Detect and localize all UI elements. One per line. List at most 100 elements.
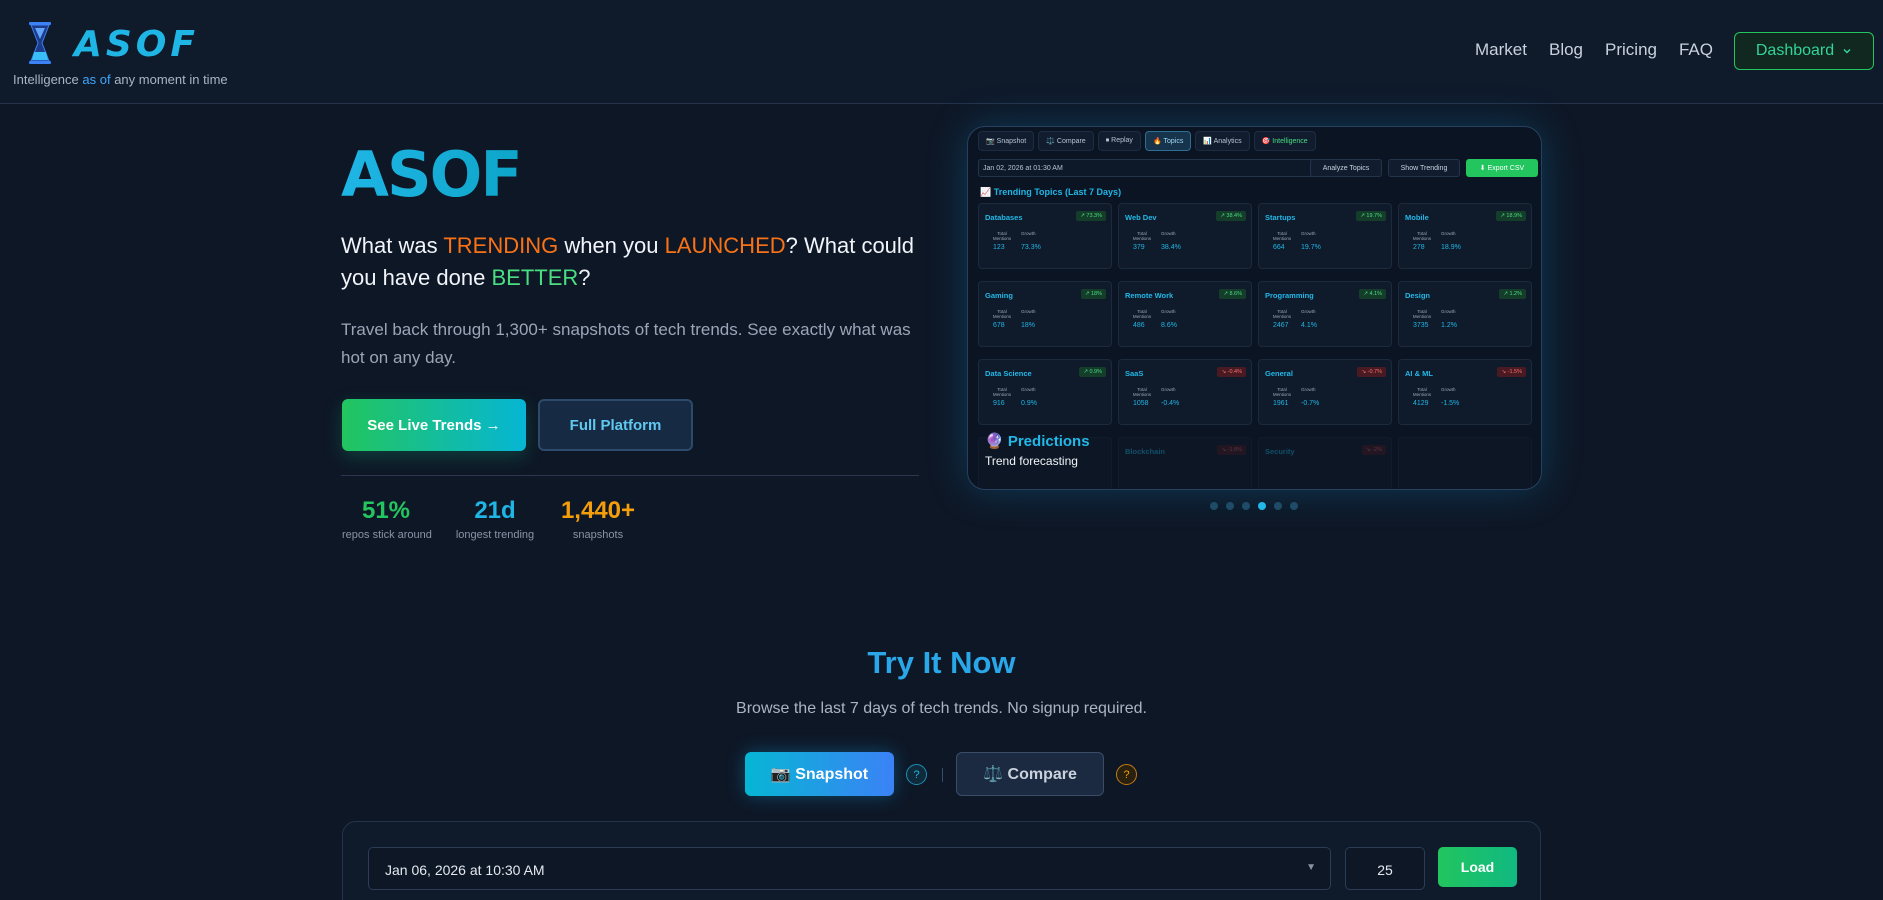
date-value: Jan 06, 2026 at 10:30 AM bbox=[385, 862, 545, 878]
preview-tab: 📷 Snapshot bbox=[978, 131, 1035, 151]
mentions-value: 486 bbox=[1133, 322, 1145, 329]
growth-value: 38.4% bbox=[1161, 244, 1181, 251]
preview-tab: 📊 Analytics bbox=[1195, 131, 1250, 151]
topic-name: Startups bbox=[1265, 213, 1296, 222]
growth-badge: ↗ 38.4% bbox=[1216, 211, 1246, 221]
topic-card: Databases ↗ 73.3% Total Mentions Growth 123 7… bbox=[978, 203, 1112, 269]
see-live-trends-button[interactable]: See Live Trends → bbox=[342, 399, 526, 451]
mentions-label: Total Mentions bbox=[1412, 387, 1432, 397]
mentions-value: 664 bbox=[1273, 244, 1285, 251]
topic-name: Security bbox=[1265, 447, 1295, 456]
preview-tab: ⚖️ Compare bbox=[1038, 131, 1094, 151]
growth-value: 19.7% bbox=[1301, 244, 1321, 251]
full-platform-button[interactable]: Full Platform bbox=[538, 399, 693, 451]
topic-card: Data Science ↗ 0.9% Total Mentions Growth 91… bbox=[978, 359, 1112, 425]
preview-trending-button: Show Trending bbox=[1388, 159, 1460, 177]
try-title: Try It Now bbox=[867, 645, 1016, 680]
preview-tab: 🎯 Intelligence bbox=[1253, 131, 1316, 151]
nav-link-blog[interactable]: Blog bbox=[1549, 40, 1583, 60]
nav-link-faq[interactable]: FAQ bbox=[1679, 40, 1713, 60]
growth-badge: ↗ 8.6% bbox=[1219, 289, 1246, 299]
topic-card: Startups ↗ 19.7% Total Mentions Growth 664 19… bbox=[1258, 203, 1392, 269]
carousel-dot[interactable] bbox=[1274, 502, 1282, 510]
growth-value: 73.3% bbox=[1021, 244, 1041, 251]
hero-subtitle: Travel back through 1,300+ snapshots of … bbox=[341, 320, 911, 367]
topic-name: Design bbox=[1405, 291, 1431, 300]
date-select[interactable]: Jan 06, 2026 at 10:30 AM ▼ bbox=[368, 847, 1331, 890]
growth-label: Growth bbox=[1021, 231, 1036, 236]
preview-caption: 🔮 Predictions Trend forecasting bbox=[985, 432, 1115, 480]
carousel-dot[interactable] bbox=[1210, 502, 1218, 510]
mentions-value: 3735 bbox=[1413, 322, 1429, 329]
preview-date-select: Jan 02, 2026 at 01:30 AM bbox=[978, 159, 1316, 177]
compare-help-icon[interactable]: ? bbox=[1116, 764, 1137, 785]
chevron-down-icon bbox=[1843, 48, 1851, 54]
topic-name: Databases bbox=[985, 213, 1023, 222]
carousel-dots bbox=[1210, 502, 1298, 510]
preview-tab: 🔥 Topics bbox=[1144, 131, 1192, 151]
growth-badge: ↘ -1.5% bbox=[1497, 367, 1526, 377]
mentions-label: Total Mentions bbox=[1272, 387, 1292, 397]
dashboard-label: Dashboard bbox=[1755, 42, 1835, 59]
mentions-label: Total Mentions bbox=[1412, 309, 1432, 319]
compare-mode-button[interactable]: ⚖️ Compare bbox=[956, 752, 1104, 796]
load-button[interactable]: Load bbox=[1438, 847, 1517, 887]
mentions-label: Total Mentions bbox=[1272, 309, 1292, 319]
carousel-dot[interactable] bbox=[1242, 502, 1250, 510]
preview-tab: ⏹ Replay bbox=[1097, 131, 1141, 151]
caret-down-icon: ▼ bbox=[1306, 862, 1316, 873]
mentions-label: Total Mentions bbox=[1132, 309, 1152, 319]
growth-label: Growth bbox=[1441, 309, 1456, 314]
growth-value: 0.9% bbox=[1021, 400, 1037, 407]
count-input[interactable]: 25 bbox=[1345, 847, 1425, 890]
caption-title: 🔮 Predictions bbox=[985, 433, 1090, 450]
stat-label: snapshots bbox=[572, 529, 624, 541]
growth-label: Growth bbox=[1161, 387, 1176, 392]
dashboard-button[interactable]: Dashboard bbox=[1734, 32, 1874, 70]
growth-badge: ↘ -1.8% bbox=[1217, 445, 1246, 455]
topic-card: General ↘ -0.7% Total Mentions Growth 1961 -0… bbox=[1258, 359, 1392, 425]
growth-badge: ↗ 73.3% bbox=[1076, 211, 1106, 221]
mentions-value: 916 bbox=[993, 400, 1005, 407]
nav-link-market[interactable]: Market bbox=[1475, 40, 1527, 60]
growth-value: -1.5% bbox=[1441, 400, 1460, 407]
growth-badge: ↗ 0.9% bbox=[1079, 367, 1106, 377]
navbar: ASOF Intelligence as of any moment in ti… bbox=[0, 0, 1883, 104]
growth-value: 1.2% bbox=[1441, 322, 1457, 329]
mentions-value: 1058 bbox=[1133, 400, 1149, 407]
growth-label: Growth bbox=[1161, 309, 1176, 314]
snapshot-mode-button[interactable]: 📷 Snapshot bbox=[745, 752, 894, 796]
carousel-dot[interactable] bbox=[1258, 502, 1266, 510]
mentions-value: 123 bbox=[993, 244, 1005, 251]
topic-name: AI & ML bbox=[1405, 369, 1433, 378]
preview-export-button: ⬇ Export CSV bbox=[1466, 159, 1538, 177]
stat-longest: 21d longest trending bbox=[455, 497, 535, 541]
growth-label: Growth bbox=[1441, 231, 1456, 236]
growth-value: 18.9% bbox=[1441, 244, 1461, 251]
topic-card: AI & ML ↘ -1.5% Total Mentions Growth 4129 -1… bbox=[1398, 359, 1532, 425]
growth-badge: ↘ -0.4% bbox=[1217, 367, 1246, 377]
growth-badge: ↘ -0.7% bbox=[1357, 367, 1386, 377]
carousel-dot[interactable] bbox=[1290, 502, 1298, 510]
mentions-label: Total Mentions bbox=[992, 387, 1012, 397]
brand-name: ASOF bbox=[74, 24, 199, 65]
preview-heading: 📈 Trending Topics (Last 7 Days) bbox=[980, 187, 1122, 197]
topic-card: Design ↗ 1.2% Total Mentions Growth 3735 1.2% bbox=[1398, 281, 1532, 347]
caption-subtitle: Trend forecasting bbox=[985, 454, 1078, 468]
carousel-dot[interactable] bbox=[1226, 502, 1234, 510]
mentions-value: 678 bbox=[993, 322, 1005, 329]
mentions-label: Total Mentions bbox=[1132, 231, 1152, 241]
topic-card: Mobile ↗ 18.9% Total Mentions Growth 278 18.9… bbox=[1398, 203, 1532, 269]
topic-card: Security ↘ -2% bbox=[1258, 437, 1392, 489]
growth-label: Growth bbox=[1021, 309, 1036, 314]
stat-label: repos stick around bbox=[342, 529, 432, 541]
growth-label: Growth bbox=[1301, 387, 1316, 392]
topic-name: Web Dev bbox=[1125, 213, 1157, 222]
growth-value: -0.4% bbox=[1161, 400, 1180, 407]
topic-card: Blockchain ↘ -1.8% bbox=[1118, 437, 1252, 489]
nav-link-pricing[interactable]: Pricing bbox=[1605, 40, 1657, 60]
growth-value: -0.7% bbox=[1301, 400, 1320, 407]
snapshot-help-icon[interactable]: ? bbox=[906, 764, 927, 785]
topic-card: Gaming ↗ 18% Total Mentions Growth 678 18% bbox=[978, 281, 1112, 347]
growth-badge: ↗ 4.1% bbox=[1359, 289, 1386, 299]
